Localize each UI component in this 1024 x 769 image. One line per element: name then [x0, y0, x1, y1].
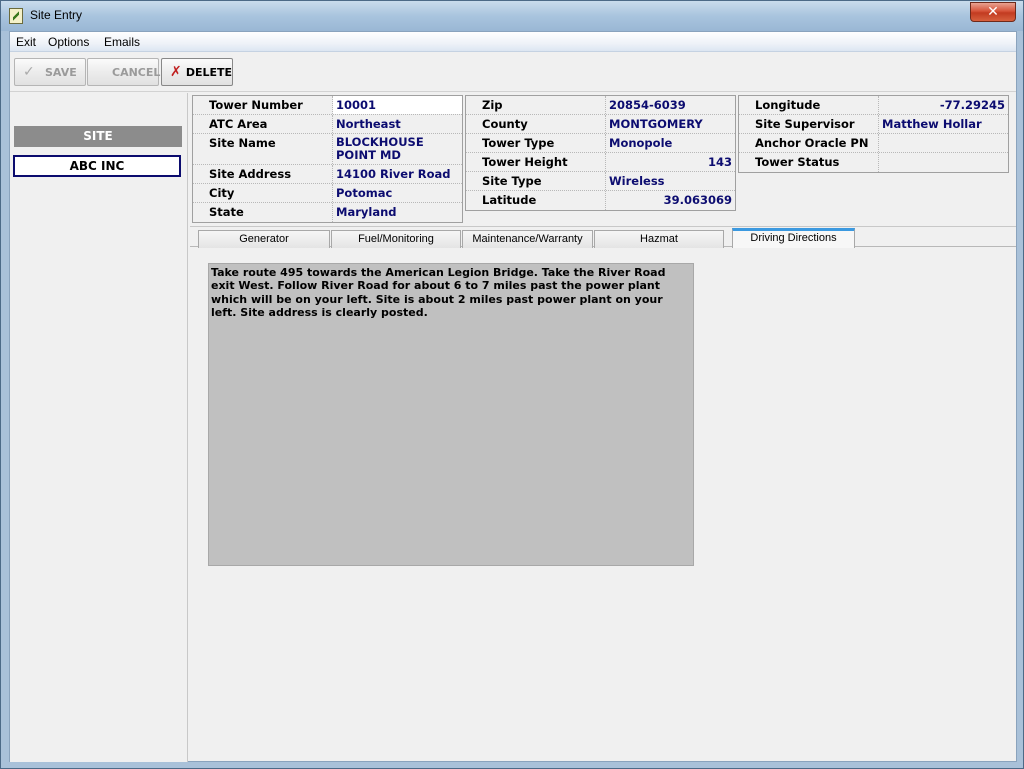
field-label: Site Supervisor	[739, 115, 879, 133]
save-label: SAVE	[45, 65, 77, 79]
field-label: Longitude	[739, 96, 879, 114]
window-title: Site Entry	[30, 8, 83, 22]
field-label: Site Type	[466, 172, 606, 190]
app-window: Site Entry ✕ Exit Options Emails ✓ SAVE …	[0, 0, 1024, 769]
field-row: Tower Status	[739, 153, 1008, 172]
field-label: State	[193, 203, 333, 222]
atc-area-field[interactable]: Northeast	[333, 115, 462, 133]
latitude-field[interactable]: 39.063069	[606, 191, 735, 210]
toolbar: ✓ SAVE CANCEL ✗ DELETE	[10, 52, 1016, 92]
field-label: Anchor Oracle PN	[739, 134, 879, 152]
driving-directions-textarea[interactable]: Take route 495 towards the American Legi…	[208, 263, 694, 566]
site-info-panel: Tower Number 10001 ATC Area Northeast Si…	[190, 93, 1016, 227]
site-info-grid-2: Zip 20854-6039 County MONTGOMERY Tower T…	[465, 95, 736, 211]
tower-type-field[interactable]: Monopole	[606, 134, 735, 152]
field-label: Tower Type	[466, 134, 606, 152]
menu-emails[interactable]: Emails	[104, 35, 140, 49]
field-row: Tower Height 143	[466, 153, 735, 172]
field-label: Latitude	[466, 191, 606, 210]
tab-driving-directions[interactable]: Driving Directions	[732, 228, 855, 248]
tower-height-field[interactable]: 143	[606, 153, 735, 171]
field-label: Tower Status	[739, 153, 879, 172]
site-address-field[interactable]: 14100 River Road	[333, 165, 462, 183]
field-row: Site Type Wireless	[466, 172, 735, 191]
tab-fuel-monitoring[interactable]: Fuel/Monitoring	[331, 230, 461, 248]
anchor-oracle-pn-field[interactable]	[879, 134, 1008, 152]
field-row: Tower Type Monopole	[466, 134, 735, 153]
field-label: Site Name	[193, 134, 333, 164]
field-label: County	[466, 115, 606, 133]
field-row: ATC Area Northeast	[193, 115, 462, 134]
site-info-grid-1: Tower Number 10001 ATC Area Northeast Si…	[192, 95, 463, 223]
field-row: Longitude -77.29245	[739, 96, 1008, 115]
field-row: Anchor Oracle PN	[739, 134, 1008, 153]
site-supervisor-field[interactable]: Matthew Hollar	[879, 115, 1008, 133]
field-row: County MONTGOMERY	[466, 115, 735, 134]
field-row: Site Address 14100 River Road	[193, 165, 462, 184]
site-type-field[interactable]: Wireless	[606, 172, 735, 190]
city-field[interactable]: Potomac	[333, 184, 462, 202]
field-row: City Potomac	[193, 184, 462, 203]
field-label: City	[193, 184, 333, 202]
field-label: Tower Number	[193, 96, 333, 114]
field-row: State Maryland	[193, 203, 462, 222]
delete-label: DELETE	[185, 65, 232, 79]
delete-x-icon: ✗	[170, 64, 182, 80]
checkmark-icon: ✓	[23, 64, 35, 80]
field-label: Site Address	[193, 165, 333, 183]
field-row: Zip 20854-6039	[466, 96, 735, 115]
client-area: Exit Options Emails ✓ SAVE CANCEL ✗ DELE…	[9, 31, 1017, 762]
tower-status-field[interactable]	[879, 153, 1008, 172]
cancel-button[interactable]: CANCEL	[87, 58, 161, 86]
state-field[interactable]: Maryland	[333, 203, 462, 222]
tab-strip: Generator Fuel/Monitoring Maintenance/Wa…	[190, 228, 1016, 248]
field-row: Latitude 39.063069	[466, 191, 735, 210]
site-list-header: SITE	[14, 126, 182, 147]
menu-exit[interactable]: Exit	[16, 35, 36, 49]
site-list-item[interactable]: ABC INC	[13, 155, 181, 177]
cancel-label: CANCEL	[112, 65, 161, 79]
menu-options[interactable]: Options	[48, 35, 89, 49]
longitude-field[interactable]: -77.29245	[879, 96, 1008, 114]
field-label: ATC Area	[193, 115, 333, 133]
tower-number-field[interactable]: 10001	[333, 96, 462, 114]
close-button[interactable]: ✕	[970, 2, 1016, 22]
delete-button[interactable]: ✗ DELETE	[161, 58, 233, 86]
title-bar[interactable]: Site Entry ✕	[1, 1, 1023, 31]
site-info-grid-3: Longitude -77.29245 Site Supervisor Matt…	[738, 95, 1009, 173]
app-icon	[9, 8, 23, 24]
tab-generator[interactable]: Generator	[198, 230, 330, 248]
menu-bar: Exit Options Emails	[10, 32, 1016, 52]
sidebar: SITE ABC INC	[10, 93, 188, 762]
tab-hazmat[interactable]: Hazmat	[594, 230, 724, 248]
tab-maintenance-warranty[interactable]: Maintenance/Warranty	[462, 230, 593, 248]
county-field[interactable]: MONTGOMERY	[606, 115, 735, 133]
field-row: Site Supervisor Matthew Hollar	[739, 115, 1008, 134]
field-row: Tower Number 10001	[193, 96, 462, 115]
field-row: Site Name BLOCKHOUSE POINT MD	[193, 134, 462, 165]
zip-field[interactable]: 20854-6039	[606, 96, 735, 114]
field-label: Zip	[466, 96, 606, 114]
site-name-field[interactable]: BLOCKHOUSE POINT MD	[333, 134, 462, 164]
field-label: Tower Height	[466, 153, 606, 171]
save-button[interactable]: ✓ SAVE	[14, 58, 86, 86]
